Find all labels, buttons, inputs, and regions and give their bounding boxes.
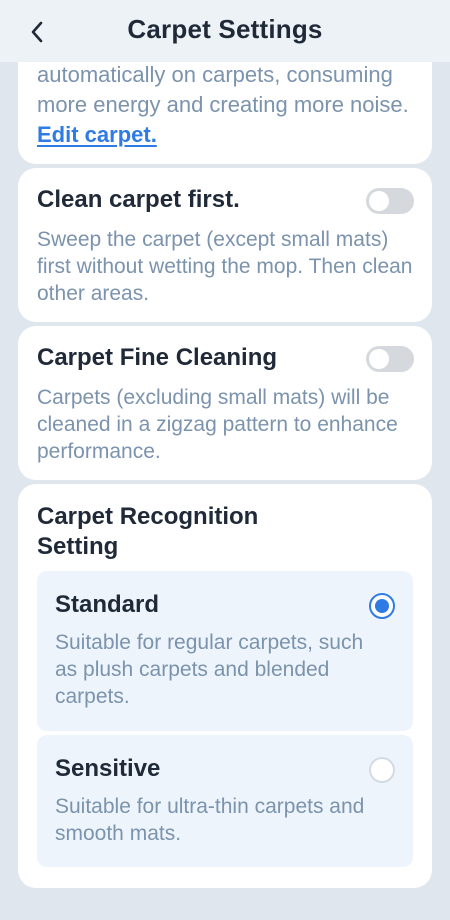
carpet-boost-text: automatically on carpets, consuming more…	[37, 62, 409, 117]
option-standard[interactable]: Standard Suitable for regular carpets, s…	[37, 571, 413, 731]
carpet-fine-cleaning-toggle[interactable]	[366, 346, 414, 372]
radio-unselected-icon[interactable]	[369, 757, 395, 783]
carpet-recognition-card: Carpet Recognition Setting Standard Suit…	[18, 484, 432, 888]
clean-carpet-first-title: Clean carpet first.	[37, 186, 240, 213]
option-standard-description: Suitable for regular carpets, such as pl…	[55, 631, 364, 708]
carpet-fine-cleaning-title: Carpet Fine Cleaning	[37, 344, 278, 371]
carpet-fine-cleaning-description: Carpets (excluding small mats) will be c…	[37, 386, 398, 463]
option-sensitive-description: Suitable for ultra-thin carpets and smoo…	[55, 795, 365, 845]
option-standard-label: Standard	[55, 591, 160, 618]
app-header: Carpet Settings	[0, 0, 450, 62]
option-sensitive-label: Sensitive	[55, 755, 161, 782]
radio-selected-icon[interactable]	[369, 593, 395, 619]
clean-carpet-first-card: Clean carpet first. Sweep the carpet (ex…	[18, 168, 432, 322]
clean-carpet-first-toggle[interactable]	[366, 188, 414, 214]
carpet-fine-cleaning-card: Carpet Fine Cleaning Carpets (excluding …	[18, 326, 432, 480]
edit-carpet-link[interactable]: Edit carpet.	[37, 122, 157, 147]
carpet-boost-description: automatically on carpets, consuming more…	[37, 60, 417, 150]
toggle-knob	[369, 349, 389, 369]
toggle-knob	[369, 191, 389, 211]
clean-carpet-first-description: Sweep the carpet (except small mats) fir…	[37, 228, 413, 305]
option-sensitive[interactable]: Sensitive Suitable for ultra-thin carpet…	[37, 735, 413, 867]
carpet-recognition-title: Carpet Recognition Setting	[37, 503, 259, 560]
page-title: Carpet Settings	[127, 14, 323, 44]
